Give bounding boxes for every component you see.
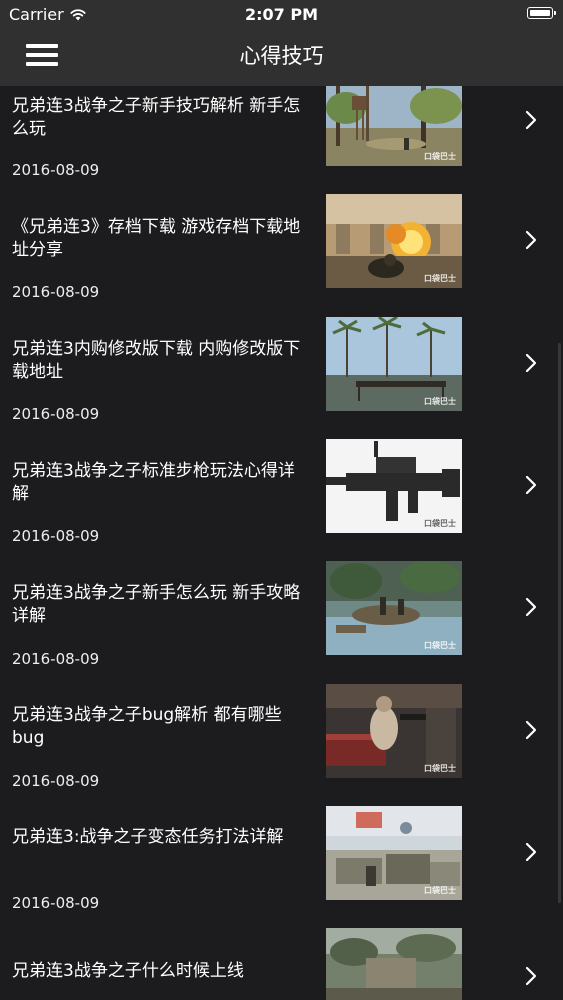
article-date: 2016-08-09: [12, 894, 100, 912]
list-item[interactable]: 兄弟连3战争之子新手技巧解析 新手怎么玩 2016-08-09 口袋巴士: [0, 86, 563, 208]
chevron-right-icon: [525, 720, 537, 740]
status-time: 2:07 PM: [244, 5, 318, 24]
top-bar: Carrier 2:07 PM 心得技巧: [0, 0, 563, 86]
article-title: 《兄弟连3》存档下载 游戏存档下载地址分享: [12, 217, 301, 260]
thumbnail-watermark: 口袋巴士: [424, 641, 456, 650]
list-item[interactable]: 兄弟连3内购修改版下载 内购修改版下载地址 2016-08-09 口袋巴士: [0, 317, 563, 439]
chevron-right-icon: [525, 842, 537, 862]
article-thumbnail: 口袋巴士: [326, 86, 462, 166]
article-title: 兄弟连3:战争之子变态任务打法详解: [12, 827, 284, 847]
article-thumbnail: 口袋巴士: [326, 806, 462, 900]
thumbnail-watermark: 口袋巴士: [424, 764, 456, 773]
article-title: 兄弟连3战争之子新手技巧解析 新手怎么玩: [12, 96, 301, 139]
list-item[interactable]: 兄弟连3战争之子什么时候上线: [0, 928, 563, 1000]
list-item[interactable]: 兄弟连3:战争之子变态任务打法详解 2016-08-09 口袋巴士: [0, 806, 563, 928]
article-date: 2016-08-09: [12, 161, 100, 179]
article-thumbnail: 口袋巴士: [326, 439, 462, 533]
chevron-right-icon: [525, 110, 537, 130]
list-item[interactable]: 兄弟连3战争之子bug解析 都有哪些bug 2016-08-09 口袋巴士: [0, 684, 563, 806]
article-thumbnail: 口袋巴士: [326, 561, 462, 655]
list-item[interactable]: 兄弟连3战争之子新手怎么玩 新手攻略详解 2016-08-09 口袋巴士: [0, 561, 563, 683]
chevron-right-icon: [525, 230, 537, 250]
thumbnail-watermark: 口袋巴士: [424, 152, 456, 161]
article-date: 2016-08-09: [12, 527, 100, 545]
chevron-right-icon: [525, 966, 537, 986]
battery-icon: [527, 7, 556, 19]
list-item[interactable]: 《兄弟连3》存档下载 游戏存档下载地址分享 2016-08-09 口袋巴士: [0, 194, 563, 316]
article-date: 2016-08-09: [12, 772, 100, 790]
scrollbar[interactable]: [558, 343, 561, 903]
article-list[interactable]: 兄弟连3战争之子新手技巧解析 新手怎么玩 2016-08-09 口袋巴士 《兄弟…: [0, 86, 563, 1000]
navigation-bar: 心得技巧: [0, 30, 563, 86]
page-title: 心得技巧: [239, 44, 324, 68]
chevron-right-icon: [525, 475, 537, 495]
chevron-right-icon: [525, 597, 537, 617]
article-date: 2016-08-09: [12, 650, 100, 668]
thumbnail-watermark: 口袋巴士: [424, 886, 456, 895]
thumbnail-watermark: 口袋巴士: [424, 519, 456, 528]
list-item[interactable]: 兄弟连3战争之子标准步枪玩法心得详解 2016-08-09 口袋巴士: [0, 439, 563, 561]
article-thumbnail: 口袋巴士: [326, 317, 462, 411]
article-title: 兄弟连3战争之子什么时候上线: [12, 961, 244, 981]
article-thumbnail: 口袋巴士: [326, 684, 462, 778]
status-bar: Carrier 2:07 PM: [0, 0, 563, 30]
thumbnail-watermark: 口袋巴士: [424, 397, 456, 406]
article-title: 兄弟连3内购修改版下载 内购修改版下载地址: [12, 339, 301, 382]
chevron-right-icon: [525, 353, 537, 373]
article-title: 兄弟连3战争之子新手怎么玩 新手攻略详解: [12, 583, 301, 626]
battlefield-ruins-scene-image: [326, 928, 462, 1000]
article-date: 2016-08-09: [12, 405, 100, 423]
article-title: 兄弟连3战争之子标准步枪玩法心得详解: [12, 461, 295, 504]
app-screen: Carrier 2:07 PM 心得技巧 兄弟连3战争之子新手技巧解析 新手怎么…: [0, 0, 563, 1000]
article-date: 2016-08-09: [12, 283, 100, 301]
article-thumbnail: [326, 928, 462, 1000]
article-thumbnail: 口袋巴士: [326, 194, 462, 288]
thumbnail-watermark: 口袋巴士: [424, 274, 456, 283]
article-title: 兄弟连3战争之子bug解析 都有哪些bug: [12, 705, 282, 748]
